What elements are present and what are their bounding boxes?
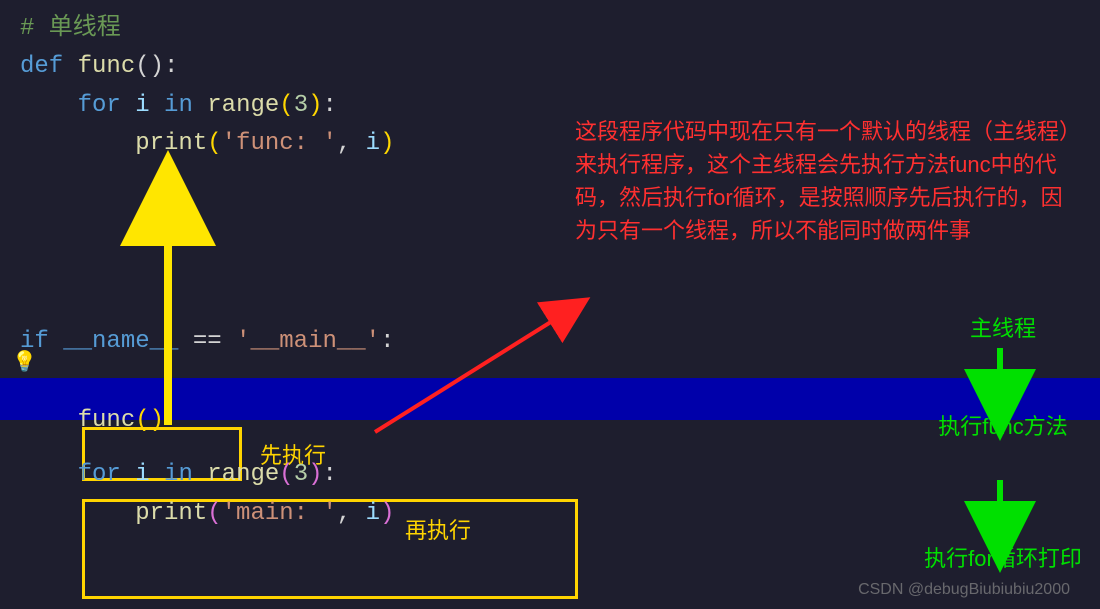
code-line: print('main: ', i) xyxy=(20,495,1100,533)
watermark: CSDN @debugBiubiubiu2000 xyxy=(858,581,1070,599)
code-line: if __name__ == '__main__': xyxy=(20,323,1100,361)
lightbulb-icon[interactable]: 💡 xyxy=(12,349,37,375)
code-line: func() xyxy=(20,402,1100,440)
flow-exec-for: 执行for循环打印 xyxy=(918,545,1088,574)
code-line: print('func: ', i) xyxy=(20,125,1100,163)
comment: # 单线程 xyxy=(20,15,121,42)
code-line: # 单线程 xyxy=(20,10,1100,48)
code-line: for i in range(3): xyxy=(20,87,1100,125)
code-line: for i in range(3): xyxy=(20,456,1100,494)
code-line: def func(): xyxy=(20,48,1100,86)
